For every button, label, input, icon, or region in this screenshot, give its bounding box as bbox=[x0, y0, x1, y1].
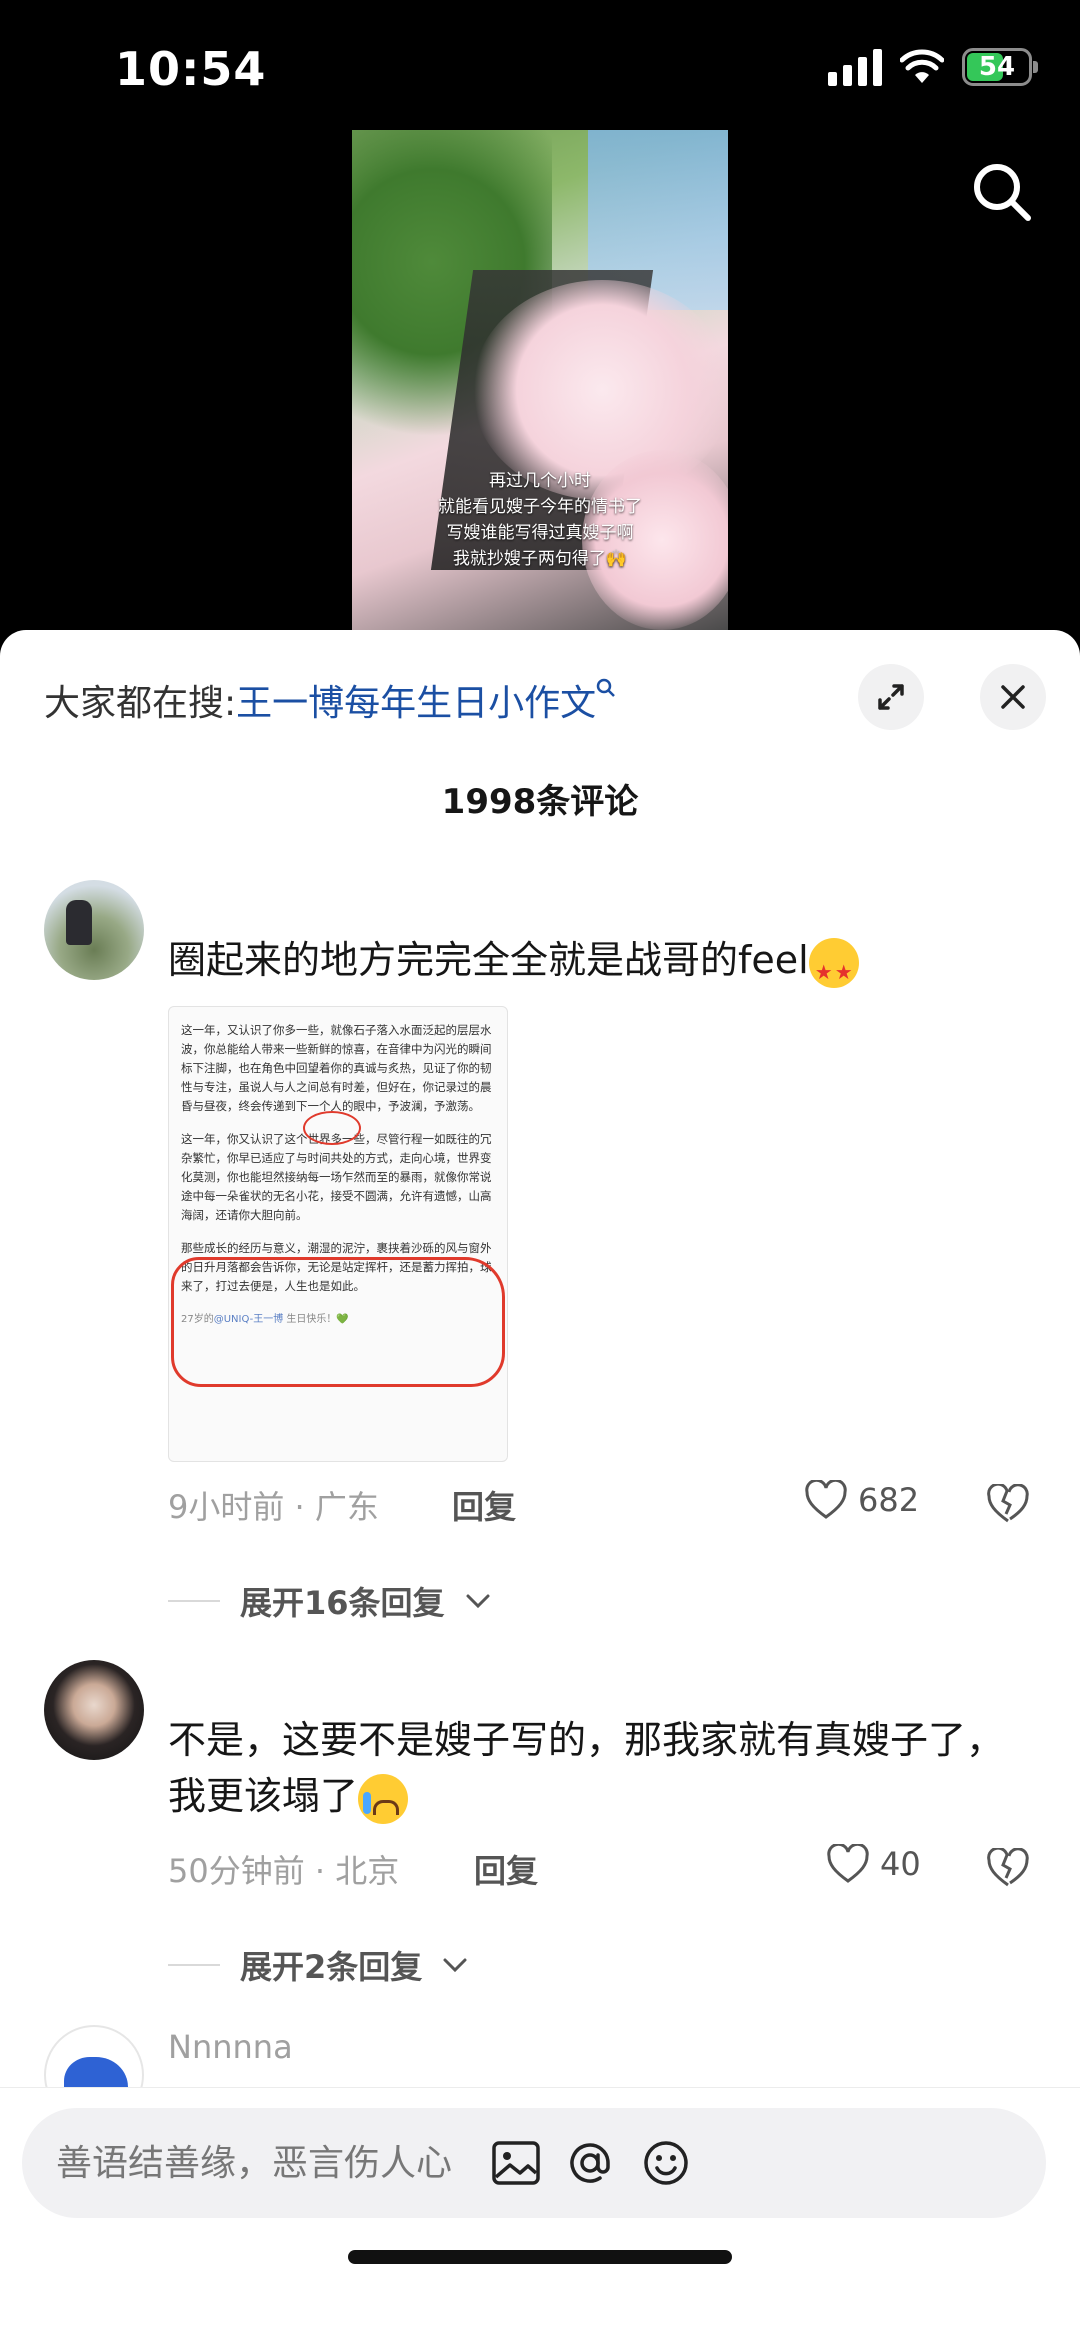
like-count: 682 bbox=[858, 1481, 920, 1519]
heart-icon bbox=[827, 1844, 869, 1883]
red-box-annotation bbox=[171, 1257, 505, 1387]
like-count: 40 bbox=[880, 1845, 921, 1883]
comment-count: 1998条评论 bbox=[441, 782, 639, 822]
video-thumbnail[interactable]: 再过几个小时 就能看见嫂子今年的情书了 写嫂谁能写得过真嫂子啊 我就抄嫂子两句得… bbox=[352, 130, 728, 630]
trending-search[interactable]: 大家都在搜:王一博每年生日小作文 bbox=[44, 674, 616, 726]
comment-username: Nnnnna bbox=[168, 2028, 293, 2066]
wifi-icon bbox=[900, 49, 944, 83]
image-paragraph: 这一年，又认识了你多一些，就像石子落入水面泛起的层层水波，你总能给人带来一些新鲜… bbox=[181, 1023, 492, 1113]
heart-icon bbox=[805, 1480, 847, 1519]
battery-icon: 54 bbox=[962, 48, 1038, 86]
search-small-icon bbox=[596, 678, 616, 697]
battery-level: 54 bbox=[978, 52, 1016, 82]
comment-meta: 50分钟前 · 北京 bbox=[168, 1852, 400, 1890]
crying-emoji-icon bbox=[358, 1773, 409, 1824]
comment-input-bar bbox=[0, 2087, 1080, 2337]
comment-image[interactable]: 这一年，又认识了你多一些，就像石子落入水面泛起的层层水波，你总能给人带来一些新鲜… bbox=[168, 1006, 508, 1462]
like-button[interactable]: 40 bbox=[826, 1844, 921, 1884]
reply-button[interactable]: 回复 bbox=[452, 1482, 516, 1528]
close-button[interactable] bbox=[980, 664, 1046, 730]
image-icon[interactable] bbox=[488, 2135, 544, 2191]
search-icon[interactable] bbox=[970, 160, 1034, 224]
broken-heart-icon[interactable] bbox=[986, 1484, 1030, 1524]
expand-replies-label: 展开16条回复 bbox=[240, 1584, 445, 1622]
expand-icon bbox=[878, 684, 904, 710]
avatar[interactable] bbox=[44, 1660, 144, 1760]
screen: 10:54 54 再过几个小时 就能看见嫂子今年的情书了 写嫂谁能写得过真嫂子啊… bbox=[0, 0, 1080, 2337]
comments-sheet: 大家都在搜:王一博每年生日小作文 1998条评论 圈起来的地方完完全全就是战哥的… bbox=[0, 630, 1080, 2337]
comment-meta: 9小时前 · 广东 bbox=[168, 1488, 379, 1526]
broken-heart-icon[interactable] bbox=[986, 1848, 1030, 1888]
chevron-down-icon bbox=[466, 1594, 490, 1609]
status-icons: 54 bbox=[828, 48, 1038, 86]
status-time: 10:54 bbox=[115, 42, 267, 96]
expand-replies[interactable]: 展开2条回复 bbox=[168, 1942, 468, 1988]
avatar[interactable] bbox=[44, 880, 144, 980]
expand-replies[interactable]: 展开16条回复 bbox=[168, 1578, 491, 1624]
video-caption: 再过几个小时 就能看见嫂子今年的情书了 写嫂谁能写得过真嫂子啊 我就抄嫂子两句得… bbox=[438, 471, 642, 569]
cellular-signal-icon bbox=[828, 48, 882, 86]
star-struck-emoji-icon bbox=[808, 937, 859, 1000]
comment-text: 圈起来的地方完完全全就是战哥的feel bbox=[168, 932, 1028, 1000]
expand-replies-label: 展开2条回复 bbox=[240, 1948, 423, 1986]
expand-button[interactable] bbox=[858, 664, 924, 730]
comment-input-box[interactable] bbox=[22, 2108, 1046, 2218]
red-circle-annotation bbox=[303, 1111, 361, 1145]
mention-icon[interactable] bbox=[562, 2135, 618, 2191]
trending-search-link[interactable]: 王一博每年生日小作文 bbox=[236, 683, 596, 724]
comment-text: 不是，这要不是嫂子写的，那我家就有真嫂子了，我更该塌了 bbox=[168, 1712, 1028, 1824]
home-indicator bbox=[348, 2250, 732, 2264]
reply-button[interactable]: 回复 bbox=[474, 1846, 538, 1892]
close-icon bbox=[1001, 685, 1025, 709]
emoji-icon[interactable] bbox=[638, 2135, 694, 2191]
chevron-down-icon bbox=[443, 1958, 467, 1973]
like-button[interactable]: 682 bbox=[804, 1480, 919, 1520]
trending-search-prefix: 大家都在搜: bbox=[44, 683, 237, 724]
